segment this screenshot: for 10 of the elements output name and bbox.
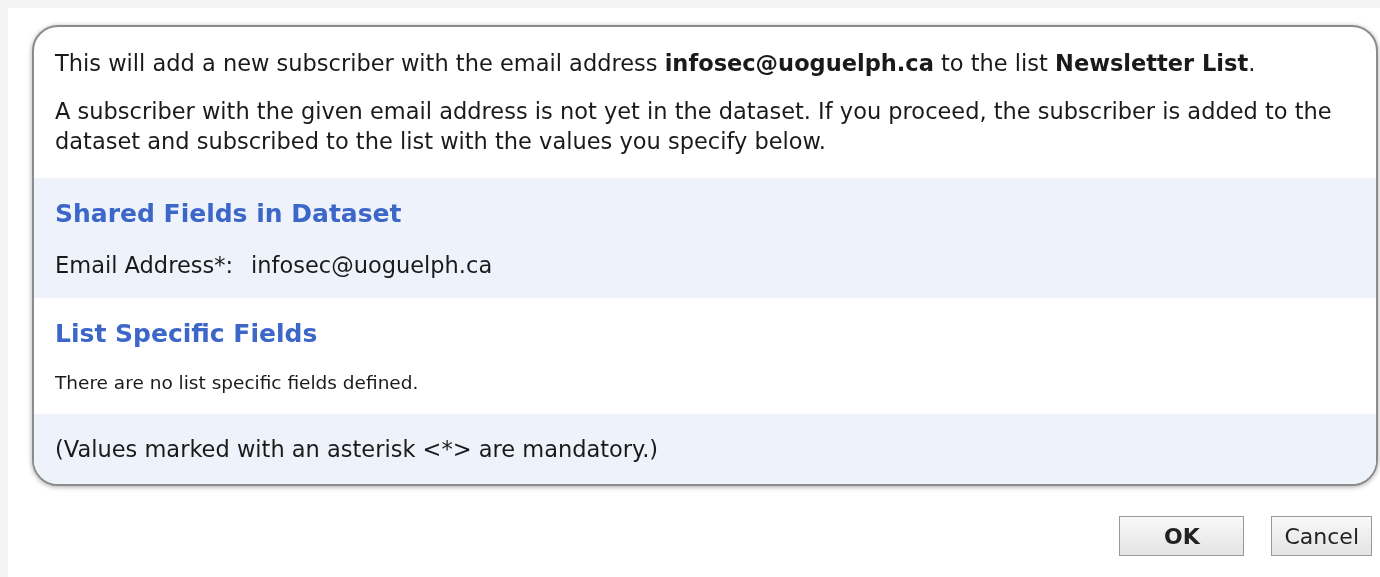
section-heading: Shared Fields in Dataset (55, 198, 403, 230)
field-label: Email Address*: (55, 251, 233, 280)
cancel-button[interactable]: Cancel (1271, 516, 1372, 556)
intro-text: A subscriber with the given email address is not yet in the dataset. If you proceed, the subscriber is added to the dataset and subscribed to the list with the values you specify below. (55, 97, 1333, 156)
field-value: infosec@uoguelph.ca (251, 251, 493, 280)
footer-note: (Values marked with an asterisk <*> are mandatory.) (55, 436, 659, 462)
ok-button[interactable]: OK (1119, 516, 1245, 556)
section-heading: List Specific Fields (55, 318, 319, 350)
intro-text: This will add a new subscriber with the email address infosec@uoguelph.ca to the list Newsletter List. (55, 49, 1257, 78)
note-text: There are no list specific fields defined. (55, 371, 420, 395)
